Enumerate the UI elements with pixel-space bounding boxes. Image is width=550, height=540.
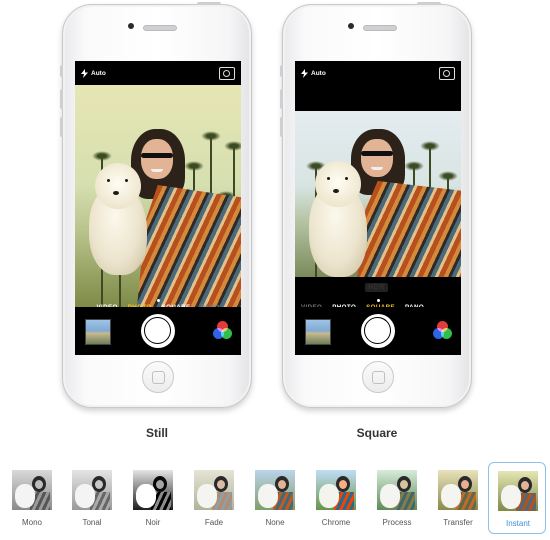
dog-nose	[113, 191, 119, 195]
front-camera	[128, 23, 134, 29]
filter-label: Chrome	[321, 518, 351, 527]
camera-switch-icon[interactable]	[439, 66, 455, 80]
filter-option-instant[interactable]: Instant	[488, 462, 546, 534]
filter-thumbnail	[72, 470, 112, 510]
filter-label: Noir	[145, 518, 161, 527]
home-button[interactable]	[362, 361, 394, 393]
filter-thumbnail	[133, 470, 173, 510]
home-button[interactable]	[142, 361, 174, 393]
filter-label: None	[265, 518, 285, 527]
volume-up-button	[280, 89, 283, 109]
speaker-grille	[143, 25, 177, 31]
shutter-button[interactable]	[361, 314, 395, 348]
sunglasses	[141, 153, 173, 158]
filter-label: Tonal	[82, 518, 102, 527]
flash-toggle[interactable]: Auto	[81, 68, 106, 78]
filter-thumbnail	[194, 470, 234, 510]
camera-controls	[75, 307, 241, 355]
filter-thumbnail	[316, 470, 356, 510]
phone-still: Auto VIDEO PHOTO SQUAR	[60, 2, 252, 408]
flash-icon	[81, 68, 88, 78]
camera-screen: Auto VIDEO PHOTO SQUAR	[75, 61, 241, 355]
filter-option-noir[interactable]: Noir	[124, 462, 182, 534]
filter-option-chrome[interactable]: Chrome	[307, 462, 365, 534]
volume-up-button	[60, 89, 63, 109]
striped-scarf	[357, 181, 461, 277]
hdr-indicator[interactable]: HDR	[365, 283, 388, 292]
filter-label: Instant	[505, 519, 530, 528]
smile	[371, 167, 383, 170]
filter-label: Process	[382, 518, 412, 527]
speaker-grille	[363, 25, 397, 31]
filter-strip: Mono Tonal Noir Fade None Chrome Process Transf…	[0, 462, 550, 540]
dog-eye	[345, 177, 348, 180]
viewfinder-photo	[295, 111, 461, 277]
filter-label: Mono	[21, 518, 42, 527]
flash-label: Auto	[91, 69, 106, 77]
filter-thumbnail	[438, 470, 478, 510]
dog-eye	[125, 179, 128, 182]
mute-switch	[280, 65, 283, 77]
camera-controls	[295, 307, 461, 355]
woman-face	[141, 139, 173, 179]
camera-switch-icon[interactable]	[219, 66, 235, 80]
power-button	[197, 2, 221, 5]
filter-option-fade[interactable]: Fade	[185, 462, 243, 534]
filter-option-tonal[interactable]: Tonal	[63, 462, 121, 534]
filter-option-mono[interactable]: Mono	[3, 462, 61, 534]
filter-label: Fade	[204, 518, 224, 527]
front-camera	[348, 23, 354, 29]
dog-head	[315, 161, 361, 207]
mode-indicator-dot	[157, 299, 160, 302]
last-photo-thumbnail[interactable]	[85, 319, 111, 345]
striped-scarf	[137, 185, 241, 307]
filter-label: Transfer	[443, 518, 473, 527]
last-photo-thumbnail[interactable]	[305, 319, 331, 345]
filter-option-none[interactable]: None	[246, 462, 304, 534]
dog-eye	[327, 177, 330, 180]
sunglasses	[361, 151, 393, 156]
viewfinder-photo	[75, 85, 241, 307]
flash-icon	[301, 68, 308, 78]
camera-topbar: Auto	[75, 61, 241, 85]
dog-eye	[107, 179, 110, 182]
volume-down-button	[60, 117, 63, 137]
filters-icon[interactable]	[433, 321, 453, 341]
mode-indicator-dot	[377, 299, 380, 302]
woman-face	[361, 139, 393, 177]
camera-topbar: Auto	[295, 61, 461, 85]
camera-screen: Auto HDR VIDEO PHOTO SQUA	[295, 61, 461, 355]
mute-switch	[60, 65, 63, 77]
flash-label: Auto	[311, 69, 326, 77]
caption-square: Square	[356, 426, 398, 440]
volume-down-button	[280, 117, 283, 137]
filter-thumbnail	[12, 470, 52, 510]
filter-thumbnail	[255, 470, 295, 510]
caption-still: Still	[145, 426, 168, 440]
shutter-button[interactable]	[141, 314, 175, 348]
filter-option-transfer[interactable]: Transfer	[429, 462, 487, 534]
filter-thumbnail	[498, 471, 538, 511]
dog-nose	[333, 189, 339, 193]
filters-icon[interactable]	[213, 321, 233, 341]
power-button	[417, 2, 441, 5]
dog-head	[95, 163, 141, 209]
filter-option-process[interactable]: Process	[368, 462, 426, 534]
flash-toggle[interactable]: Auto	[301, 68, 326, 78]
phone-square: Auto HDR VIDEO PHOTO SQUA	[280, 2, 472, 408]
smile	[151, 169, 163, 172]
filter-thumbnail	[377, 470, 417, 510]
